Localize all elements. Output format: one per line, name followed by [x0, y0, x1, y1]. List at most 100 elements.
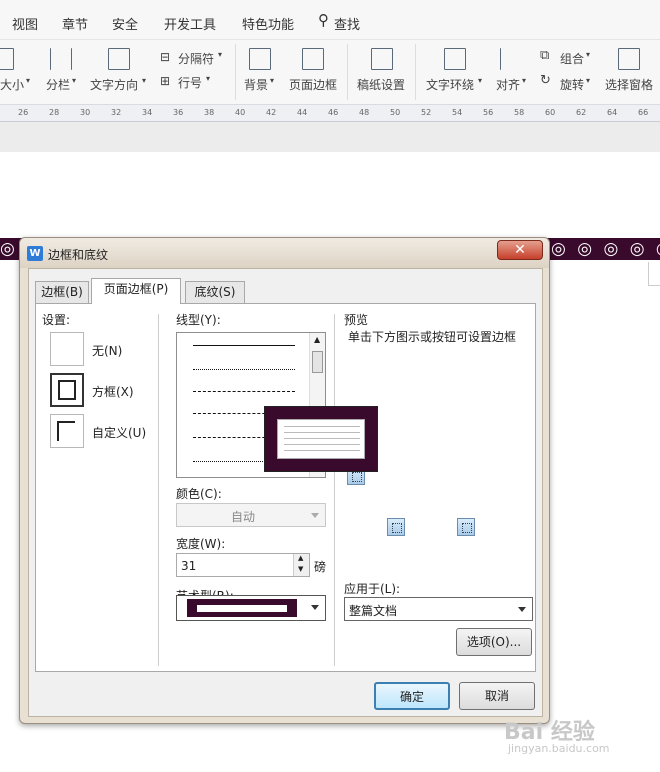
background-icon[interactable] — [249, 48, 271, 70]
background-button[interactable]: 背景 — [244, 76, 268, 93]
text-wrap-button[interactable]: 文字环绕 — [426, 76, 474, 93]
preview-hint: 单击下方图示或按钮可设置边框 — [348, 330, 517, 344]
chevron-down-icon — [311, 513, 319, 518]
scroll-thumb[interactable] — [312, 351, 323, 373]
apply-to-select[interactable]: 整篇文档 — [344, 597, 533, 621]
search-icon[interactable]: ⚲ — [318, 11, 329, 29]
color-label: 颜色(C): — [176, 487, 222, 501]
size-icon[interactable] — [0, 48, 14, 70]
ruler-tick: 54 — [452, 108, 463, 117]
ruler-tick: 36 — [173, 108, 184, 117]
group-button[interactable]: 组合 — [560, 50, 584, 67]
menu-bar: 视图 章节 安全 开发工具 特色功能 ⚲ 查找 — [0, 0, 660, 40]
color-value: 自动 — [231, 510, 256, 524]
art-select[interactable] — [176, 595, 326, 621]
columns-button[interactable]: 分栏 — [46, 76, 70, 93]
page-border-button[interactable]: 页面边框 — [289, 76, 337, 93]
dialog-body: 边框(B) 页面边框(P) 底纹(S) 设置: 无(N) 方框(X) 自定义(U… — [28, 268, 543, 717]
line-style-dotted[interactable] — [193, 369, 295, 370]
menu-view[interactable]: 视图 — [12, 14, 38, 33]
panel-divider — [334, 314, 335, 666]
ruler-tick: 26 — [18, 108, 29, 117]
ok-button[interactable]: 确定 — [374, 682, 450, 710]
page-border-panel: 设置: 无(N) 方框(X) 自定义(U) 线型(Y): ▲ ▼ — [35, 303, 536, 672]
left-border-button[interactable] — [387, 518, 405, 536]
dialog-titlebar[interactable]: W 边框和底纹 ✕ — [20, 238, 549, 268]
ruler-tick: 66 — [638, 108, 649, 117]
selection-pane-icon[interactable] — [618, 48, 640, 70]
ruler-tick: 44 — [297, 108, 308, 117]
columns-icon[interactable] — [50, 48, 72, 70]
width-stepper[interactable]: ▲ ▼ — [293, 554, 309, 576]
stepper-down-icon[interactable]: ▼ — [298, 565, 303, 573]
text-wrap-icon[interactable] — [444, 48, 466, 70]
horizontal-ruler[interactable]: 26 28 30 32 34 36 38 40 42 44 46 48 50 5… — [0, 104, 660, 122]
menu-chapter[interactable]: 章节 — [62, 14, 88, 33]
ribbon-divider — [347, 44, 348, 100]
baidu-watermark-url: jingyan.baidu.com — [508, 742, 610, 755]
setting-custom-icon[interactable] — [50, 414, 84, 448]
line-number-button[interactable]: 行号 — [178, 74, 202, 91]
art-sample — [187, 599, 297, 617]
options-button[interactable]: 选项(O)... — [456, 628, 532, 656]
text-direction-icon[interactable] — [108, 48, 130, 70]
setting-none-icon[interactable] — [50, 332, 84, 366]
manuscript-settings-button[interactable]: 稿纸设置 — [357, 76, 405, 93]
cancel-button[interactable]: 取消 — [459, 682, 535, 710]
tab-shading[interactable]: 底纹(S) — [185, 281, 245, 303]
line-style-solid[interactable] — [193, 345, 295, 346]
menu-search[interactable]: 查找 — [334, 14, 360, 33]
ruler-tick: 50 — [390, 108, 401, 117]
tab-page-border[interactable]: 页面边框(P) — [91, 278, 181, 304]
ruler-tick: 30 — [80, 108, 91, 117]
width-input[interactable]: 31 ▲ ▼ — [176, 553, 310, 577]
ruler-tick: 42 — [266, 108, 277, 117]
borders-shading-dialog: W 边框和底纹 ✕ 边框(B) 页面边框(P) 底纹(S) 设置: 无(N) 方… — [19, 237, 550, 724]
page-border-icon[interactable] — [302, 48, 324, 70]
selection-pane-button[interactable]: 选择窗格 — [605, 76, 653, 93]
line-number-icon: ⊞ — [160, 74, 171, 88]
preview-label: 预览 — [344, 313, 369, 327]
color-select[interactable]: 自动 — [176, 503, 326, 527]
manuscript-icon[interactable] — [371, 48, 393, 70]
ruler-tick: 56 — [483, 108, 494, 117]
panel-divider — [158, 314, 159, 666]
ribbon-toolbar: 大小 ▾ 分栏 ▾ 文字方向 ▾ ⊟ 分隔符 ▾ ⊞ 行号 ▾ 背景 ▾ 页面边框 稿纸设置… — [0, 40, 660, 104]
ruler-tick: 62 — [576, 108, 587, 117]
setting-custom-label[interactable]: 自定义(U) — [92, 424, 146, 441]
ruler-tick: 28 — [49, 108, 60, 117]
page-corner — [648, 262, 660, 286]
setting-box-label[interactable]: 方框(X) — [92, 383, 134, 400]
setting-none-label[interactable]: 无(N) — [92, 342, 122, 359]
ruler-tick: 46 — [328, 108, 339, 117]
right-border-button[interactable] — [457, 518, 475, 536]
menu-developer-tools[interactable]: 开发工具 — [164, 14, 216, 33]
width-value: 31 — [181, 559, 197, 573]
tab-borders[interactable]: 边框(B) — [35, 281, 89, 303]
setting-box-icon[interactable] — [50, 373, 84, 407]
preview-box[interactable] — [264, 406, 378, 472]
stepper-up-icon[interactable]: ▲ — [298, 554, 303, 562]
group-icon: ⧉ — [540, 48, 550, 63]
align-icon[interactable] — [500, 48, 522, 70]
chevron-down-icon — [518, 607, 526, 612]
width-unit: 磅 — [314, 560, 327, 574]
separator-button[interactable]: 分隔符 — [178, 50, 214, 67]
ruler-tick: 52 — [421, 108, 432, 117]
menu-security[interactable]: 安全 — [112, 14, 138, 33]
menu-special-features[interactable]: 特色功能 — [242, 14, 294, 33]
line-style-dashed[interactable] — [193, 391, 295, 392]
align-button[interactable]: 对齐 — [496, 76, 520, 93]
apply-to-label: 应用于(L): — [344, 582, 401, 596]
size-button[interactable]: 大小 — [0, 76, 24, 93]
close-button[interactable]: ✕ — [497, 240, 543, 260]
wps-logo-icon: W — [27, 246, 43, 261]
chevron-down-icon — [311, 605, 319, 610]
dialog-title: 边框和底纹 — [48, 248, 109, 262]
ruler-tick: 38 — [204, 108, 215, 117]
ribbon-divider — [235, 44, 236, 100]
scroll-up-icon[interactable]: ▲ — [314, 335, 320, 344]
text-direction-button[interactable]: 文字方向 — [90, 76, 138, 93]
rotate-button[interactable]: 旋转 — [560, 76, 584, 93]
ruler-tick: 48 — [359, 108, 370, 117]
